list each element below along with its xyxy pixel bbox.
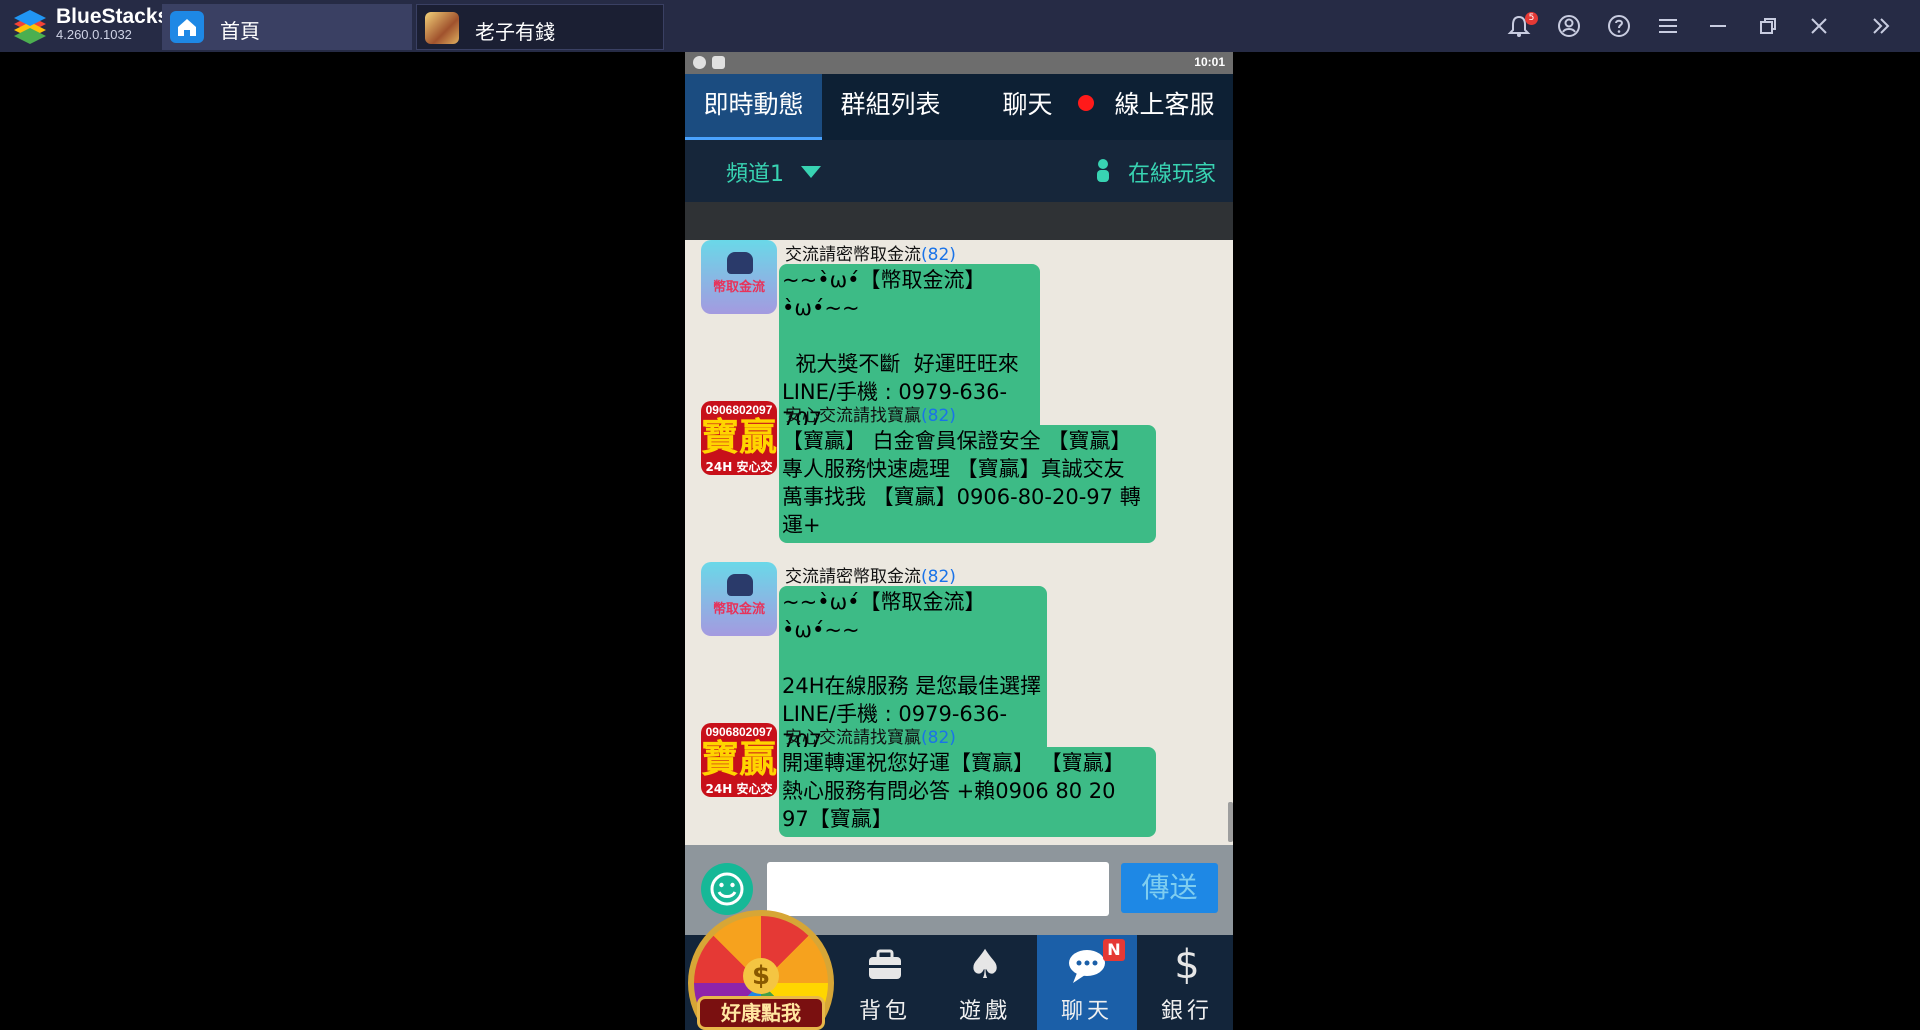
status-app-icon bbox=[693, 56, 706, 69]
sender-name[interactable]: 安心交流請找寶贏(82) bbox=[785, 401, 956, 426]
nav-bank[interactable]: $ 銀行 bbox=[1137, 935, 1233, 1030]
sender-level: (82) bbox=[921, 245, 956, 265]
avatar-big-text: 寶贏 bbox=[701, 414, 777, 459]
backpack-icon bbox=[835, 943, 935, 996]
unread-dot bbox=[1078, 95, 1094, 111]
top-tabs: 即時動態 群組列表 聊天 線上客服 bbox=[685, 74, 1233, 140]
chat-list[interactable]: 幣取金流 交流請密幣取金流(82) ~~•̀ω•́【幣取金流】•̀ω•́~~ 祝… bbox=[685, 240, 1233, 845]
sender-level: (82) bbox=[921, 567, 956, 587]
sender-name[interactable]: 交流請密幣取金流(82) bbox=[785, 240, 956, 265]
menu-icon[interactable] bbox=[1654, 12, 1682, 40]
close-icon[interactable] bbox=[1805, 12, 1833, 40]
nav-games[interactable]: ♠ 遊戲 bbox=[935, 935, 1035, 1030]
sender-name[interactable]: 安心交流請找寶贏(82) bbox=[785, 723, 956, 748]
avatar-text: 幣取金流 bbox=[712, 602, 765, 617]
chat-header-strip bbox=[685, 202, 1233, 240]
status-a-icon bbox=[712, 56, 725, 69]
dropdown-arrow-icon[interactable] bbox=[801, 166, 821, 178]
sender-name[interactable]: 交流請密幣取金流(82) bbox=[785, 562, 956, 587]
send-button[interactable]: 傳送 bbox=[1121, 863, 1218, 913]
bottom-nav: $ 好康點我 背包 ♠ 遊戲 N 聊天 $ 銀行 bbox=[685, 910, 1233, 1030]
android-statusbar: 10:01 bbox=[685, 52, 1233, 74]
avatar-sub-text: 24H 安心交流 bbox=[705, 782, 773, 796]
channel-selector[interactable]: 頻道1 bbox=[726, 156, 784, 188]
tab-game-label: 老子有錢 bbox=[475, 20, 555, 44]
online-players-button[interactable]: 在線玩家 bbox=[1128, 156, 1216, 188]
bluestacks-logo-icon bbox=[14, 10, 46, 44]
nav-chat[interactable]: N 聊天 bbox=[1037, 935, 1137, 1030]
sender-label: 交流請密幣取金流 bbox=[785, 567, 921, 587]
restore-icon[interactable] bbox=[1754, 12, 1782, 40]
sender-label: 安心交流請找寶贏 bbox=[785, 728, 921, 748]
nav-backpack[interactable]: 背包 bbox=[835, 935, 935, 1030]
avatar[interactable]: 0906802097 寶贏 24H 安心交流 bbox=[701, 401, 777, 475]
spade-icon: ♠ bbox=[967, 942, 1003, 988]
minimize-icon[interactable] bbox=[1704, 12, 1732, 40]
tab-live-feed[interactable]: 即時動態 bbox=[685, 74, 822, 140]
home-icon bbox=[170, 11, 204, 43]
bull-emblem-icon bbox=[727, 574, 753, 596]
bull-emblem-icon bbox=[727, 252, 753, 274]
nav-bank-label: 銀行 bbox=[1160, 999, 1213, 1024]
bluestacks-titlebar: BlueStacks 4.260.0.1032 首頁 老子有錢 5 bbox=[0, 0, 1920, 52]
avatar-text: 幣取金流 bbox=[712, 280, 765, 295]
account-icon[interactable] bbox=[1555, 12, 1583, 40]
nav-games-label: 遊戲 bbox=[958, 999, 1011, 1024]
avatar[interactable]: 幣取金流 bbox=[701, 240, 777, 314]
sender-label: 安心交流請找寶贏 bbox=[785, 406, 921, 426]
smiley-icon bbox=[710, 872, 744, 906]
avatar-sub-text: 24H 安心交流 bbox=[705, 460, 773, 474]
avatar[interactable]: 幣取金流 bbox=[701, 562, 777, 636]
chat-scrollbar[interactable] bbox=[1228, 802, 1233, 842]
sender-label: 交流請密幣取金流 bbox=[785, 245, 921, 265]
tab-chat[interactable]: 聊天 bbox=[959, 74, 1096, 140]
emulator-screen: 10:01 即時動態 群組列表 聊天 線上客服 頻道1 在線玩家 幣取金流 交流… bbox=[685, 52, 1233, 1030]
message-bubble: 【寶贏】 白金會員保證安全 【寶贏】 專人服務快速處理 【寶贏】真誠交友 萬事找… bbox=[779, 425, 1156, 543]
avatar[interactable]: 0906802097 寶贏 24H 安心交流 bbox=[701, 723, 777, 797]
sender-level: (82) bbox=[921, 406, 956, 426]
app-name: BlueStacks bbox=[56, 5, 170, 28]
person-icon bbox=[1097, 159, 1109, 182]
nav-backpack-label: 背包 bbox=[858, 999, 911, 1024]
tab-game[interactable]: 老子有錢 bbox=[416, 4, 664, 50]
app-version: 4.260.0.1032 bbox=[56, 27, 132, 42]
avatar-big-text: 寶贏 bbox=[701, 736, 777, 781]
message-bubble: 開運轉運祝您好運【寶贏】 【寶贏】 熱心服務有問必答 +賴0906 80 20 … bbox=[779, 747, 1156, 837]
dollar-icon: $ bbox=[1174, 942, 1200, 988]
help-icon[interactable] bbox=[1605, 12, 1633, 40]
wheel-label: 好康點我 bbox=[697, 996, 825, 1030]
game-thumbnail-icon bbox=[425, 12, 459, 44]
tab-group-list[interactable]: 群組列表 bbox=[822, 74, 959, 140]
emoji-button[interactable] bbox=[701, 863, 753, 915]
chat-text-input[interactable] bbox=[767, 862, 1109, 916]
channel-bar: 頻道1 在線玩家 bbox=[685, 140, 1233, 202]
new-badge: N bbox=[1103, 939, 1125, 961]
dollar-coin-icon: $ bbox=[743, 958, 779, 994]
tab-online-support[interactable]: 線上客服 bbox=[1096, 74, 1233, 140]
tab-home-label: 首頁 bbox=[220, 19, 260, 43]
expand-sidebar-icon[interactable] bbox=[1867, 12, 1895, 40]
tab-home[interactable]: 首頁 bbox=[162, 4, 412, 50]
status-time: 10:01 bbox=[1194, 55, 1225, 69]
sender-level: (82) bbox=[921, 728, 956, 748]
notification-badge: 5 bbox=[1525, 12, 1538, 25]
lucky-wheel-button[interactable]: $ 好康點我 bbox=[685, 910, 840, 1030]
nav-chat-label: 聊天 bbox=[1060, 999, 1113, 1024]
